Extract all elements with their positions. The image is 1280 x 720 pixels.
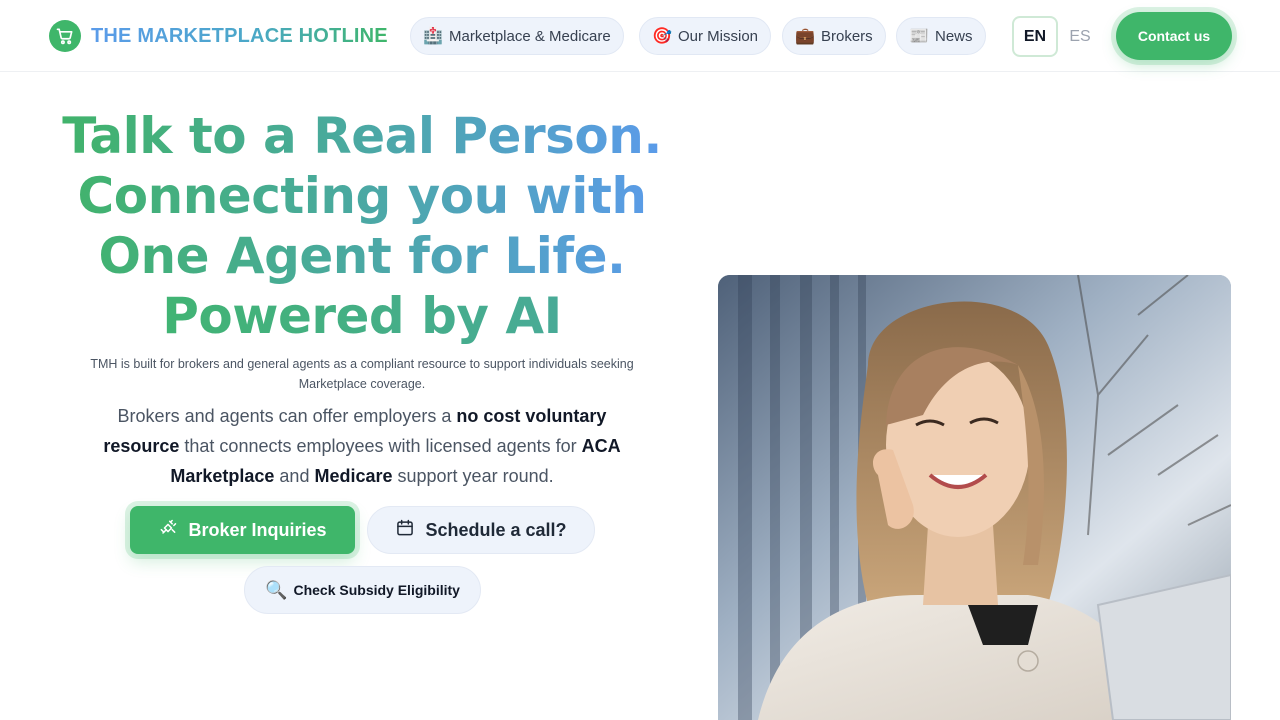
subtitle-emphasis: Medicare <box>314 466 393 486</box>
broker-inquiries-label: Broker Inquiries <box>188 519 327 540</box>
hero-title: Talk to a Real Person. Connecting you wi… <box>62 106 662 346</box>
hero-title-line: Powered by AI <box>62 286 662 346</box>
nav-label: Our Mission <box>678 27 759 45</box>
subtitle-text: that connects employees with licensed ag… <box>179 436 582 456</box>
site-header: THE MARKETPLACE HOTLINE 🏥 Marketplace & … <box>0 0 1280 72</box>
calendar-icon <box>395 518 415 543</box>
hospital-icon: 🏥 <box>423 28 443 45</box>
cart-icon <box>49 20 81 52</box>
language-es-button[interactable]: ES <box>1066 16 1094 57</box>
nav-label: Brokers <box>821 27 873 45</box>
brand[interactable]: THE MARKETPLACE HOTLINE <box>49 20 388 52</box>
nav-label: News <box>935 27 973 45</box>
brand-name: THE MARKETPLACE HOTLINE <box>91 24 388 47</box>
schedule-call-label: Schedule a call? <box>425 519 567 540</box>
check-subsidy-button[interactable]: 🔍 Check Subsidy Eligibility <box>244 566 481 614</box>
briefcase-icon: 💼 <box>795 28 815 45</box>
hero-title-line: Talk to a Real Person. <box>62 107 662 165</box>
hero-subtitle: Brokers and agents can offer employers a… <box>92 401 632 491</box>
hero-title-line: One Agent for Life. <box>62 226 662 286</box>
hero-photo <box>718 275 1231 720</box>
hero-title-line: Connecting you with <box>62 166 662 226</box>
contact-us-button[interactable]: Contact us <box>1116 12 1232 60</box>
broker-inquiries-button[interactable]: Broker Inquiries <box>130 506 355 554</box>
nav-our-mission[interactable]: 🎯 Our Mission <box>639 17 772 55</box>
newspaper-icon: 📰 <box>909 28 929 45</box>
subtitle-text: support year round. <box>392 466 554 486</box>
nav-news[interactable]: 📰 News <box>896 17 986 55</box>
schedule-call-button[interactable]: Schedule a call? <box>367 506 595 554</box>
hero-subtitle-small: TMH is built for brokers and general age… <box>90 357 634 391</box>
magnifier-icon: 🔍 <box>265 579 288 600</box>
check-subsidy-label: Check Subsidy Eligibility <box>293 582 460 598</box>
target-icon: 🎯 <box>652 28 672 45</box>
nav-label: Marketplace & Medicare <box>449 27 611 45</box>
subtitle-text: and <box>274 466 315 486</box>
language-en-button[interactable]: EN <box>1012 16 1058 57</box>
nav-marketplace-medicare[interactable]: 🏥 Marketplace & Medicare <box>410 17 624 55</box>
nav-brokers[interactable]: 💼 Brokers <box>782 17 886 55</box>
satellite-icon <box>158 518 178 543</box>
subtitle-text: Brokers and agents can offer employers a <box>117 406 457 426</box>
